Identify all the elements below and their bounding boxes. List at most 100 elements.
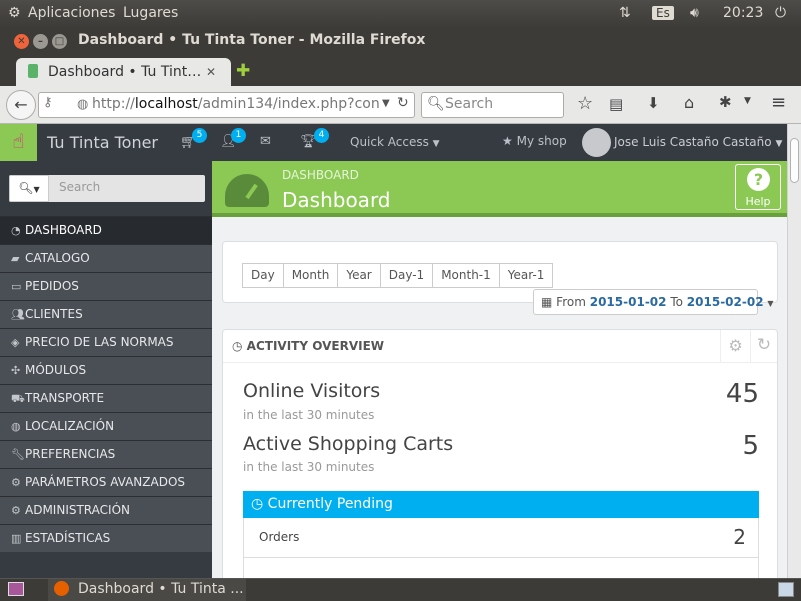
tab-dashboard[interactable]: Dashboard • Tu Tint… ✕ [16,58,231,87]
from-label: From [556,295,586,309]
maximize-window-button[interactable]: □ [52,34,67,49]
sidebar-item-localizacion[interactable]: ◍ LOCALIZACIÓN [0,412,212,440]
url-bar[interactable]: ⚷ ◍ http://localhost/admin134/index.php?… [38,92,415,118]
sidebar-item-catalogo[interactable]: ▰ CATALOGO [0,244,212,272]
customers-badge: 1 [231,128,246,143]
power-icon[interactable]: ⏻ [775,5,786,21]
keyboard-layout[interactable]: Es [652,6,674,20]
addon-dropdown-icon[interactable]: ▼ [744,96,751,106]
sidebar-item-clientes[interactable]: 👥︎CLIENTES [0,300,212,328]
sidebar-item-label: PRECIO DE LAS NORMAS [25,335,174,349]
envelope-icon[interactable]: ✉ [260,134,271,149]
close-window-button[interactable]: ✕ [14,34,29,49]
bar-chart-icon: ▥ [11,532,22,545]
system-panel: ⚙ Aplicaciones Lugares ⇅ Es 🔊︎ 20:23 ⏻ [0,0,801,28]
clock[interactable]: 20:23 [723,5,763,21]
gauge-needle [245,183,258,200]
trophies-badge: 4 [314,128,329,143]
sidebar-item-label: ADMINISTRACIÓN [25,503,130,517]
quick-access-menu[interactable]: Quick Access ▼ [350,135,440,149]
taskbar-window-button[interactable]: Dashboard • Tu Tinta ... [48,579,246,601]
sidebar-item-parametros-avanzados[interactable]: ⚙ PARÁMETROS AVANZADOS [0,468,212,496]
range-day-button[interactable]: Day [242,263,284,288]
star-icon: ★ [502,134,513,148]
sidebar-item-preferencias[interactable]: 🔧︎PREFERENCIAS [0,440,212,468]
range-year-button[interactable]: Year [337,263,381,288]
sidebar-item-estadisticas[interactable]: ▥ ESTADÍSTICAS [0,524,212,552]
sidebar-item-label: TRANSPORTE [25,391,105,405]
home-icon[interactable]: ⌂ [684,93,694,112]
user-menu[interactable]: Jose Luis Castaño Castaño ▼ [614,135,782,149]
sidebar-item-modulos[interactable]: ✣ MÓDULOS [0,356,212,384]
volume-icon[interactable]: 🔊︎ [690,5,699,21]
sidebar-search-input[interactable]: Search [59,180,100,194]
show-desktop-icon[interactable] [8,582,24,596]
page-viewport: ☝ Tu Tinta Toner 🛒︎ 5 👤︎ 1 ✉ 🏆︎ 4 Quick … [0,124,787,578]
trash-icon[interactable] [778,582,794,597]
shop-name[interactable]: Tu Tinta Toner [47,133,158,152]
panel-heading: ◷ ACTIVITY OVERVIEW ⚙ ↻ [223,330,777,363]
back-button[interactable]: ← [6,90,36,120]
reload-icon[interactable]: ↻ [397,95,409,111]
currently-pending-title: Currently Pending [267,496,393,512]
sidebar-search: 🔍︎▼ Search [9,175,205,202]
url-text: http://localhost/admin134/index.php?con [92,96,380,112]
search-placeholder: Search [445,96,494,112]
globe-icon: ◍ [77,97,89,112]
scrollbar-thumb[interactable] [790,138,799,183]
network-icon[interactable]: ⇅ [619,5,631,21]
history-dropdown-icon[interactable]: ▼ [382,98,390,109]
date-range-buttons: Day Month Year Day-1 Month-1 Year-1 [242,263,554,288]
sidebar-item-precio-normas[interactable]: ◈ PRECIO DE LAS NORMAS [0,328,212,356]
new-tab-icon[interactable]: ✚ [236,61,250,81]
bookmark-star-icon[interactable]: ☆ [577,93,593,114]
sidebar-item-pedidos[interactable]: ▭ PEDIDOS [0,272,212,300]
pending-row-orders[interactable]: Orders 2 [243,518,759,558]
sidebar-item-administracion[interactable]: ⚙ ADMINISTRACIÓN [0,496,212,524]
breadcrumb[interactable]: DASHBOARD [282,168,359,182]
range-month-1-button[interactable]: Month-1 [432,263,500,288]
sidebar-item-label: CATALOGO [25,251,90,265]
header-underline [212,213,787,217]
range-month-button[interactable]: Month [282,263,339,288]
help-button[interactable]: ? Help [735,164,781,210]
browser-search-input[interactable]: 🔍︎ Search [421,92,564,118]
minimize-window-button[interactable]: – [33,34,48,49]
online-visitors-label: Online Visitors [243,380,381,402]
bookmarks-list-icon[interactable]: ▤ [609,95,623,113]
range-to: 2015-02-02 [686,295,764,309]
sidebar-item-label: MÓDULOS [25,363,87,377]
dashboard-icon: ◔ [11,224,21,237]
search-type-dropdown[interactable]: 🔍︎▼ [9,175,49,202]
sidebar-item-transporte[interactable]: ⛟TRANSPORTE [0,384,212,412]
menu-apps[interactable]: Aplicaciones [28,5,115,21]
currently-pending-heading[interactable]: ◷ Currently Pending [243,491,759,518]
date-range-picker[interactable]: ▦ From 2015-01-02 To 2015-02-02 ▼ [533,289,774,315]
refresh-icon[interactable]: ↻ [750,330,777,363]
pending-row[interactable] [243,558,759,578]
range-from: 2015-01-02 [589,295,667,309]
avatar[interactable] [582,128,611,157]
active-carts-value: 5 [742,431,759,461]
close-tab-icon[interactable]: ✕ [206,65,216,79]
my-shop-label: My shop [516,134,567,148]
window-titlebar: ✕ – □ Dashboard • Tu Tinta Toner - Mozil… [0,28,801,54]
configure-gear-icon[interactable]: ⚙ [720,330,750,363]
menu-icon[interactable]: ≡ [771,92,786,113]
ubuntu-logo-icon[interactable]: ⚙ [8,5,21,21]
my-shop-link[interactable]: ★ My shop [502,134,567,148]
addon-icon[interactable]: ✱ [719,93,732,111]
page-scrollbar[interactable] [787,124,801,578]
key-icon: ⚷ [43,95,53,110]
sidebar-item-dashboard[interactable]: ◔ DASHBOARD [0,216,212,244]
range-year-1-button[interactable]: Year-1 [498,263,554,288]
menu-places[interactable]: Lugares [123,5,178,21]
sidebar-item-label: PREFERENCIAS [25,447,116,461]
prestashop-logo-icon[interactable]: ☝ [0,124,37,161]
range-day-1-button[interactable]: Day-1 [379,263,434,288]
downloads-icon[interactable]: ⬇ [647,94,660,112]
sidebar-item-label: LOCALIZACIÓN [25,419,115,433]
activity-title: ◷ ACTIVITY OVERVIEW [232,339,384,353]
online-visitors-value: 45 [725,379,759,409]
caret-down-icon: ▼ [33,185,40,194]
